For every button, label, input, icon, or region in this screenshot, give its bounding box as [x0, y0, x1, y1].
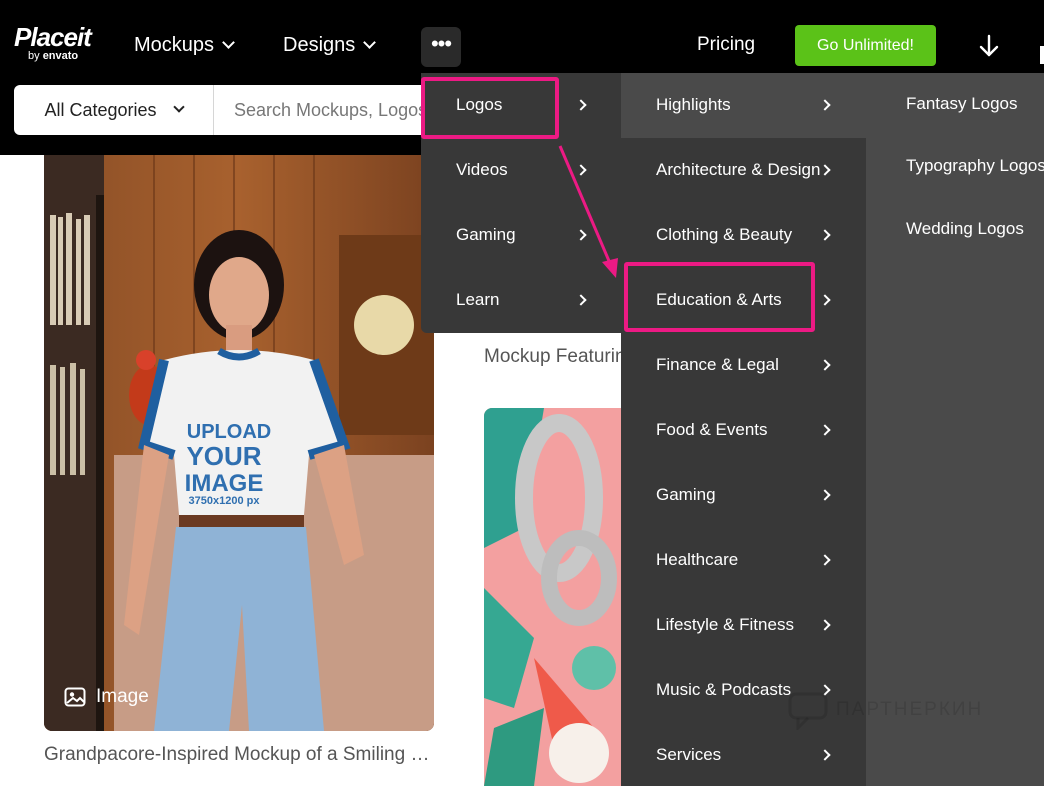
image-type-badge: Image	[64, 686, 149, 708]
subsubmenu-item-wedding-logos[interactable]: Wedding Logos	[906, 219, 1024, 239]
highlight-box-education-arts	[624, 262, 815, 332]
submenu-item-label: Lifestyle & Fitness	[656, 615, 794, 634]
logo-brand: envato	[42, 50, 79, 62]
card-caption[interactable]: Grandpacore-Inspired Mockup of a Smiling…	[44, 744, 429, 766]
submenu-item-label: Architecture & Design	[656, 160, 821, 179]
menu-item-label: Gaming	[456, 225, 516, 244]
submenu-item-label: Highlights	[656, 95, 731, 114]
edge-fragment	[1040, 46, 1044, 64]
mockup-card-image[interactable]: UPLOAD YOUR IMAGE 3750x1200 px	[44, 155, 434, 731]
watermark: ПАРТНЕРКИН	[788, 690, 983, 730]
go-unlimited-button[interactable]: Go Unlimited!	[795, 25, 936, 66]
subsubmenu-item-fantasy-logos[interactable]: Fantasy Logos	[906, 94, 1018, 114]
watermark-text: ПАРТНЕРКИН	[836, 699, 984, 720]
mockup-card-image[interactable]	[484, 408, 624, 786]
chevron-down-icon	[222, 36, 235, 49]
logo-subtitle: by envato	[28, 50, 78, 62]
logo-wordmark: Placeit	[14, 22, 92, 52]
shirt-text-your: YOUR	[186, 441, 261, 471]
highlight-box-logos	[421, 77, 559, 139]
menu-item-label: Learn	[456, 290, 500, 309]
download-icon[interactable]	[978, 34, 1000, 58]
mockup-photo	[484, 408, 624, 786]
shirt-text-upload: UPLOAD	[187, 421, 271, 443]
nav-mockups[interactable]: Mockups	[134, 34, 235, 57]
category-select[interactable]: All Categories	[14, 85, 214, 135]
image-icon	[64, 687, 86, 707]
submenu-item-label: Food & Events	[656, 420, 768, 439]
subsubmenu-item-typography-logos[interactable]: Typography Logos	[906, 156, 1044, 176]
image-badge-label: Image	[96, 686, 149, 707]
submenu-item-label: Music & Podcasts	[656, 680, 792, 699]
submenu-item-label: Healthcare	[656, 550, 739, 569]
category-select-label: All Categories	[44, 99, 157, 120]
submenu-item-label: Services	[656, 745, 722, 764]
nav-mockups-label: Mockups	[134, 34, 215, 56]
shirt-text-size: 3750x1200 px	[189, 495, 261, 507]
shirt-text-image: IMAGE	[185, 470, 264, 497]
logo-by: by	[28, 50, 40, 62]
menu-level3-panel	[866, 73, 1044, 786]
nav-designs-label: Designs	[283, 34, 356, 56]
chevron-down-icon	[172, 101, 185, 113]
pricing-link[interactable]: Pricing	[697, 34, 755, 56]
nav-designs[interactable]: Designs	[283, 34, 377, 57]
mockup-photo: UPLOAD YOUR IMAGE 3750x1200 px	[44, 155, 434, 731]
watermark-logo-icon	[788, 692, 828, 730]
placeit-logo[interactable]: Placeit by envato	[14, 22, 92, 62]
chevron-down-icon	[363, 36, 377, 49]
submenu-item-label: Clothing & Beauty	[656, 225, 793, 244]
more-menu-button[interactable]: •••	[421, 27, 461, 67]
submenu-item-label: Gaming	[656, 485, 716, 504]
annotation-arrow	[558, 145, 618, 278]
menu-item-label: Videos	[456, 160, 508, 179]
submenu-item-label: Finance & Legal	[656, 355, 779, 374]
card-caption[interactable]: Mockup Featuring	[484, 346, 624, 368]
